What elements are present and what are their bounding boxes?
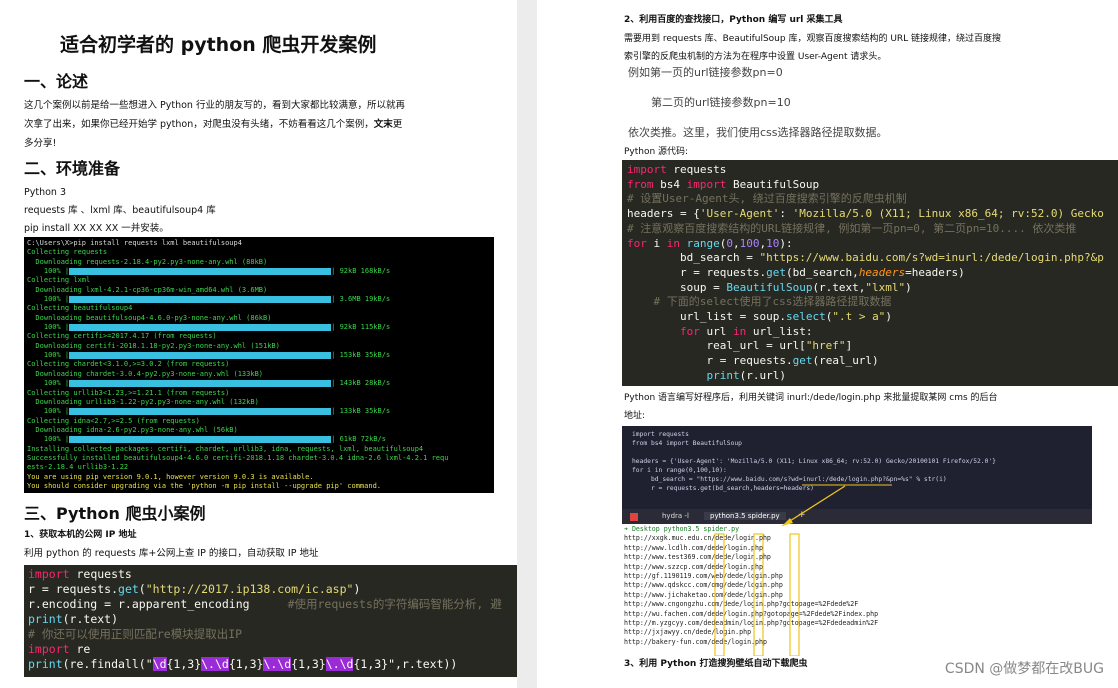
case3-heading: 3、利用 Python 打造搜狗壁纸自动下载爬虫 [624, 659, 808, 669]
terminal-line: 100% | | 153kB 35kB/s [27, 351, 391, 360]
code-line: print(re.findall("\d{1,3}\.\d{1,3}\.\d{1… [28, 657, 458, 671]
progress-bar [69, 351, 332, 359]
code-line: # 下面的select使用了css选择器路径提取数据 [627, 295, 892, 309]
progress-bar [69, 407, 332, 415]
intro-text: 次拿了出来，如果你已经开始学 python，对爬虫没有头绪，不妨看看这几个案例， [24, 119, 374, 130]
code-line: import re [28, 642, 91, 656]
terminal-line: Collecting requests [27, 248, 108, 257]
terminal-line: Downloading chardet-3.0.4-py2.py3-none-a… [27, 369, 264, 378]
spider-run-screenshot: import requests from bs4 import Beautiful… [622, 426, 1092, 656]
code-line: for i in range(0,100,10): [627, 236, 793, 250]
intro-line-3: 多分享! [24, 138, 57, 149]
terminal-line: C:\Users\X>pip install requests lxml bea… [27, 239, 242, 247]
terminal-line: 100% | | 3.6MB 19kB/s [27, 295, 391, 304]
terminal-line: Downloading idna-2.6-py2.py3-none-any.wh… [27, 425, 238, 434]
code-line: # 你还可以使用正则匹配re模块提取出IP [28, 627, 243, 641]
terminal-line: Installing collected packages: certifi, … [27, 444, 424, 453]
case1-description: 利用 python 的 requests 库+公网上查 IP 的接口，自动获取 … [24, 548, 319, 559]
intro-line-1: 这几个案例以前是给一些想进入 Python 行业的朋友写的，看到大家都比较满意，… [24, 100, 405, 111]
terminal-line: Downloading beautifulsoup4-4.6.0-py3-non… [27, 313, 272, 322]
code-line: print(r.text) [28, 612, 119, 626]
intro-bold-text: 文末 [373, 119, 393, 130]
env-pip: pip install XX XX XX 一并安装。 [24, 223, 169, 234]
source-label: Python 源代码: [624, 147, 689, 157]
column-highlight-c [789, 533, 800, 656]
progress-bar [69, 435, 332, 443]
url-collector-code-block: import requests from bs4 import Beautiful… [622, 160, 1118, 386]
intro-line-2: 次拿了出来，如果你已经开始学 python，对爬虫没有头绪，不妨看看这几个案例，… [24, 116, 402, 133]
note-pn0: 例如第一页的url链接参数pn=0 [628, 66, 783, 79]
highlight-overlay [714, 484, 892, 656]
code-line: import requests [627, 163, 727, 176]
terminal-line: Downloading urllib3-1.22-py2.py3-none-an… [27, 397, 259, 406]
terminal-line: Collecting lxml [27, 276, 91, 285]
terminal-line: Collecting certifi>=2017.4.17 (from requ… [27, 332, 217, 341]
note-css-selector: 依次类推。这里，我们使用css选择器路径提取数据。 [628, 126, 888, 139]
csdn-watermark: CSDN @做梦都在改BUG [944, 661, 1104, 677]
case2-desc-line-1: 需要用到 requests 库、BeautifulSoup 库，观察百度搜索结构… [624, 34, 1002, 44]
left-page: 适合初学者的 python 爬虫开发案例 一、论述 这几个案例以前是给一些想进入… [0, 0, 517, 688]
code-line: real_url = url["href"] [627, 339, 853, 353]
case1-heading: 1、获取本机的公网 IP 地址 [24, 530, 137, 540]
env-python: Python 3 [24, 187, 66, 198]
code-line: import requests [28, 567, 132, 581]
progress-bar [69, 267, 332, 275]
after-code-line-2: 地址: [624, 411, 646, 421]
section-heading-1: 一、论述 [24, 72, 89, 91]
code-line: from bs4 import BeautifulSoup [627, 177, 820, 191]
code-line: r = requests.get("http://2017.ip138.com/… [28, 582, 361, 596]
arrow-head [782, 518, 793, 526]
code-line: r = requests.get(bd_search,headers=heade… [627, 265, 965, 279]
terminal-line: ests-2.18.4 urllib3-1.22 [27, 463, 129, 472]
terminal-line: Collecting chardet<3.1.0,>=3.0.2 (from r… [27, 360, 230, 369]
code-line: for url in url_list: [627, 324, 813, 338]
terminal-line: Collecting idna<2.7,>=2.5 (from requests… [27, 416, 200, 425]
terminal-line: Downloading requests-2.18.4-py2.py3-none… [27, 257, 268, 266]
arrow-line [781, 485, 846, 527]
terminal-line: 100% | | 92kB 115kB/s [27, 323, 391, 332]
code-line: headers = {'User-Agent': 'Mozilla/5.0 (X… [627, 207, 1104, 221]
code-line: print(r.url) [627, 368, 786, 382]
terminal-line: Downloading certifi-2018.1.18-py2.py3-no… [27, 341, 280, 350]
terminal-line: 100% | | 92kB 168kB/s [27, 267, 391, 276]
terminal-line: You should consider upgrading via the 'p… [27, 481, 382, 490]
document-title: 适合初学者的 python 爬虫开发案例 [60, 34, 377, 56]
code-line: r = requests.get(real_url) [627, 354, 879, 368]
terminal-line: You are using pip version 9.0.1, however… [27, 472, 314, 481]
pip-install-terminal: C:\Users\X>pip install requests lxml bea… [24, 237, 494, 493]
terminal-line: 100% | | 61kB 72kB/s [27, 435, 386, 444]
column-highlight-a [714, 533, 725, 656]
note-pn10: 第二页的url链接参数pn=10 [651, 96, 791, 109]
code-line: # 注意观察百度搜索结构的URL链接规律, 例如第一页pn=0, 第二页pn=1… [627, 221, 1077, 235]
case2-heading: 2、利用百度的查找接口，Python 编写 url 采集工具 [624, 15, 843, 25]
section-heading-3: 三、Python 爬虫小案例 [24, 504, 206, 523]
column-highlight-b [753, 533, 764, 656]
code-line: bd_search = "https://www.baidu.com/s?wd=… [627, 251, 1104, 265]
terminal-line: Collecting urllib3<1.23,>=1.21.1 (from r… [27, 388, 230, 397]
progress-bar [69, 379, 332, 387]
terminal-line: Collecting beautifulsoup4 [27, 304, 133, 313]
ip-code-block: import requests r = requests.get("http://… [24, 565, 517, 677]
code-line: r.encoding = r.apparent_encoding #使用reque… [28, 597, 502, 611]
code-line: soup = BeautifulSoup(r.text,"lxml") [627, 280, 912, 294]
section-heading-2: 二、环境准备 [24, 159, 121, 178]
env-libs: requests 库 、lxml 库、beautifulsoup4 库 [24, 205, 216, 216]
progress-bar [69, 323, 332, 331]
terminal-line: Successfully installed beautifulsoup4-4.… [27, 453, 449, 462]
terminal-line: 100% | | 143kB 28kB/s [27, 379, 391, 388]
intro-text-end: 更 [392, 119, 403, 130]
terminal-line: 100% | | 133kB 35kB/s [27, 407, 391, 416]
code-line: url_list = soup.select(".t > a") [627, 310, 892, 324]
terminal-line: Downloading lxml-4.2.1-cp36-cp36m-win_am… [27, 285, 268, 294]
code-line: # 设置User-Agent头, 绕过百度搜索引擎的反爬虫机制 [627, 192, 907, 206]
progress-bar [69, 295, 332, 303]
after-code-line-1: Python 语言编写好程序后，利用关键词 inurl:/dede/login.… [624, 393, 998, 403]
